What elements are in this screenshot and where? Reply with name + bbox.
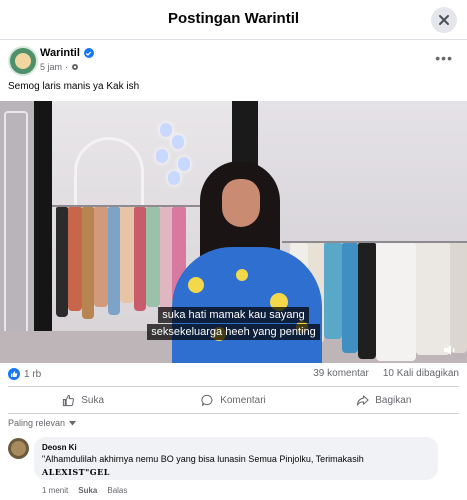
video-subtitle-line-1: suka hati mamak kau sayang bbox=[0, 307, 467, 323]
comment-reply-button[interactable]: Balas bbox=[107, 486, 127, 495]
comment-time[interactable]: 1 menit bbox=[42, 486, 68, 495]
comment-author[interactable]: Deosn Ki bbox=[42, 443, 77, 452]
post-video[interactable]: suka hati mamak kau sayang seksekeluarga… bbox=[0, 101, 467, 363]
comment-actions: 1 menit Suka Balas bbox=[42, 486, 127, 495]
comment-sort-dropdown[interactable]: Paling relevan bbox=[8, 418, 77, 428]
post-caption: Semog laris manis ya Kak ish bbox=[8, 81, 140, 92]
share-icon bbox=[357, 394, 369, 406]
close-button[interactable] bbox=[431, 7, 457, 33]
like-icon bbox=[8, 368, 20, 380]
like-count: 1 rb bbox=[24, 368, 42, 380]
post-stats: 1 rb 39 komentar 10 Kali dibagikan bbox=[8, 366, 459, 384]
author-avatar[interactable] bbox=[8, 46, 38, 76]
video-subtitle-line-2: seksekeluarga heeh yang penting bbox=[0, 324, 467, 340]
dialog-title: Postingan Warintil bbox=[167, 10, 300, 27]
post-actions: Suka Komentari Bagikan bbox=[8, 386, 459, 414]
comment-text: "Alhamdulilah akhirnya nemu BO yang bisa… bbox=[42, 454, 364, 464]
share-button[interactable]: Bagikan bbox=[309, 387, 459, 413]
post-meta: 5 jam · bbox=[40, 62, 79, 72]
comment-icon bbox=[201, 394, 213, 406]
comment-count[interactable]: 39 komentar bbox=[313, 368, 369, 379]
comment-signature: ALEXIST"GEL bbox=[42, 467, 110, 477]
more-icon[interactable]: ••• bbox=[435, 50, 453, 66]
chevron-down-icon bbox=[69, 420, 77, 425]
globe-settings-icon bbox=[72, 64, 79, 70]
author-name[interactable]: Warintil bbox=[40, 47, 80, 59]
verified-icon bbox=[83, 48, 94, 58]
share-count[interactable]: 10 Kali dibagikan bbox=[383, 368, 459, 379]
post-time[interactable]: 5 jam bbox=[40, 62, 62, 72]
comment-bubble: Deosn Ki "Alhamdulilah akhirnya nemu BO … bbox=[34, 437, 438, 480]
close-icon bbox=[439, 15, 449, 25]
like-button[interactable]: Suka bbox=[8, 387, 158, 413]
like-icon bbox=[63, 394, 75, 406]
reaction-summary[interactable]: 1 rb bbox=[8, 368, 41, 380]
comment-button[interactable]: Komentari bbox=[158, 387, 308, 413]
dialog-header: Postingan Warintil bbox=[0, 0, 467, 40]
commenter-avatar[interactable] bbox=[8, 438, 29, 459]
comment-like-button[interactable]: Suka bbox=[78, 486, 97, 495]
comment-sort-label: Paling relevan bbox=[8, 418, 66, 428]
author-name-row: Warintil bbox=[40, 47, 94, 59]
volume-icon[interactable] bbox=[443, 343, 457, 357]
post-header: Warintil 5 jam · ••• bbox=[8, 46, 459, 78]
